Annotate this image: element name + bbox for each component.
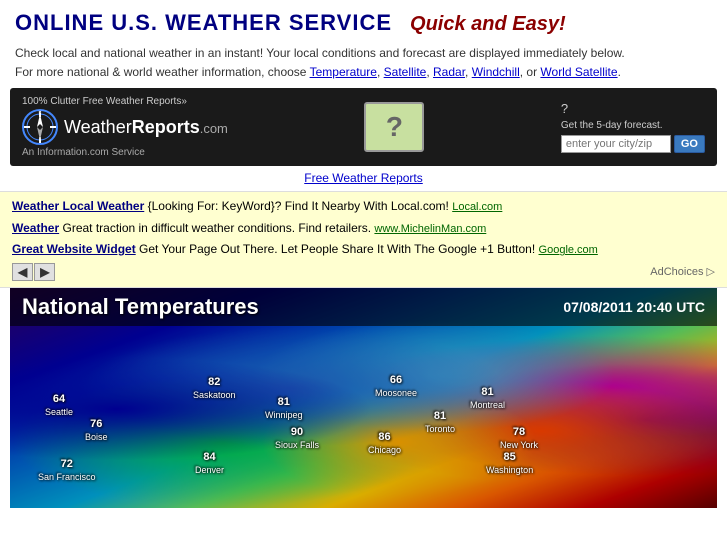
ad-nav-buttons: ◀ ▶ — [12, 263, 55, 281]
temp-chicago: 86Chicago — [368, 431, 401, 457]
free-weather-link-row: Free Weather Reports — [0, 166, 727, 191]
temp-toronto: 81Toronto — [425, 410, 455, 436]
ad-row-0: Weather Local Weather {Looking For: KeyW… — [12, 198, 715, 215]
temp-sanfrancisco: 72San Francisco — [38, 458, 96, 484]
logo-dotcom: .com — [200, 121, 228, 136]
ad-nav-row: ◀ ▶ AdChoices ▷ — [12, 263, 715, 281]
banner-info-service: An Information.com Service — [22, 147, 228, 158]
link-temperature[interactable]: Temperature — [310, 65, 377, 79]
page-wrapper: ONLINE U.S. WEATHER SERVICE Quick and Ea… — [0, 0, 727, 545]
map-datetime: 07/08/2011 20:40 UTC — [563, 299, 705, 315]
weather-banner: 100% Clutter Free Weather Reports» N Wea… — [10, 88, 717, 166]
city-zip-input[interactable] — [561, 135, 671, 153]
page-subtitle: Quick and Easy! — [410, 13, 566, 36]
banner-forecast-text: Get the 5-day forecast. — [561, 120, 663, 131]
ad-title-1[interactable]: Weather — [12, 221, 59, 235]
ad-title-0[interactable]: Weather Local Weather — [12, 199, 144, 213]
link-satellite[interactable]: Satellite — [384, 65, 427, 79]
temp-saskatoon: 82Saskatoon — [193, 376, 236, 402]
banner-logo: N WeatherReports.com — [22, 109, 228, 145]
page-title: ONLINE U.S. WEATHER SERVICE — [15, 10, 392, 36]
temp-washington: 85Washington — [486, 451, 533, 477]
ad-source-0[interactable]: Local.com — [452, 201, 502, 213]
temp-moosonee: 66Moosonee — [375, 374, 417, 400]
banner-input-row: GO — [561, 135, 705, 153]
desc-line2: For more national & world weather inform… — [15, 65, 310, 79]
logo-weather: Weather — [64, 117, 132, 137]
ad-prev-button[interactable]: ◀ — [12, 263, 33, 281]
banner-center: ? — [364, 102, 424, 152]
link-radar[interactable]: Radar — [433, 65, 465, 79]
title-row: ONLINE U.S. WEATHER SERVICE Quick and Ea… — [15, 10, 712, 36]
ad-body-2: Get Your Page Out There. Let People Shar… — [139, 242, 538, 256]
banner-left: 100% Clutter Free Weather Reports» N Wea… — [22, 96, 228, 158]
ad-next-button[interactable]: ▶ — [34, 263, 55, 281]
banner-right: ? Get the 5-day forecast. GO — [561, 101, 705, 153]
svg-text:N: N — [39, 109, 42, 114]
ad-choices: AdChoices ▷ — [650, 265, 715, 278]
header: ONLINE U.S. WEATHER SERVICE Quick and Ea… — [0, 0, 727, 88]
weather-map-overlay: National Temperatures 07/08/2011 20:40 U… — [10, 288, 717, 508]
ad-source-2[interactable]: Google.com — [539, 244, 598, 256]
link-world-satellite[interactable]: World Satellite — [540, 65, 617, 79]
temp-denver: 84Denver — [195, 451, 224, 477]
ad-row-1: Weather Great traction in difficult weat… — [12, 220, 715, 237]
temp-boise: 76Boise — [85, 418, 108, 444]
desc-line1: Check local and national weather in an i… — [15, 46, 625, 60]
question-box: ? — [364, 102, 424, 152]
temp-montreal: 81Montreal — [470, 386, 505, 412]
ad-title-2[interactable]: Great Website Widget — [12, 242, 136, 256]
free-weather-link[interactable]: Free Weather Reports — [304, 171, 423, 185]
banner-logo-text-group: WeatherReports.com — [64, 117, 228, 138]
ad-row-2: Great Website Widget Get Your Page Out T… — [12, 241, 715, 258]
ad-section: Weather Local Weather {Looking For: KeyW… — [0, 191, 727, 287]
weather-map-container: National Temperatures 07/08/2011 20:40 U… — [10, 288, 717, 508]
map-title-bar: National Temperatures 07/08/2011 20:40 U… — [10, 288, 717, 326]
temp-winnipeg: 81Winnipeg — [265, 396, 303, 422]
link-windchill[interactable]: Windchill — [472, 65, 520, 79]
temp-newyork: 78New York — [500, 426, 538, 452]
ad-body-0: {Looking For: KeyWord}? Find It Nearby W… — [148, 199, 453, 213]
compass-icon: N — [22, 109, 58, 145]
temp-siouxfalls: 90Sioux Falls — [275, 426, 319, 452]
banner-tagline: 100% Clutter Free Weather Reports» — [22, 96, 228, 107]
map-title: National Temperatures — [22, 294, 259, 320]
go-button[interactable]: GO — [674, 135, 705, 153]
header-description: Check local and national weather in an i… — [15, 44, 712, 82]
logo-reports: Reports — [132, 117, 200, 137]
banner-side-question: ? — [561, 101, 568, 116]
temp-seattle: 64Seattle — [45, 393, 73, 419]
ad-body-1: Great traction in difficult weather cond… — [62, 221, 374, 235]
ad-source-1[interactable]: www.MichelinMan.com — [374, 223, 486, 235]
